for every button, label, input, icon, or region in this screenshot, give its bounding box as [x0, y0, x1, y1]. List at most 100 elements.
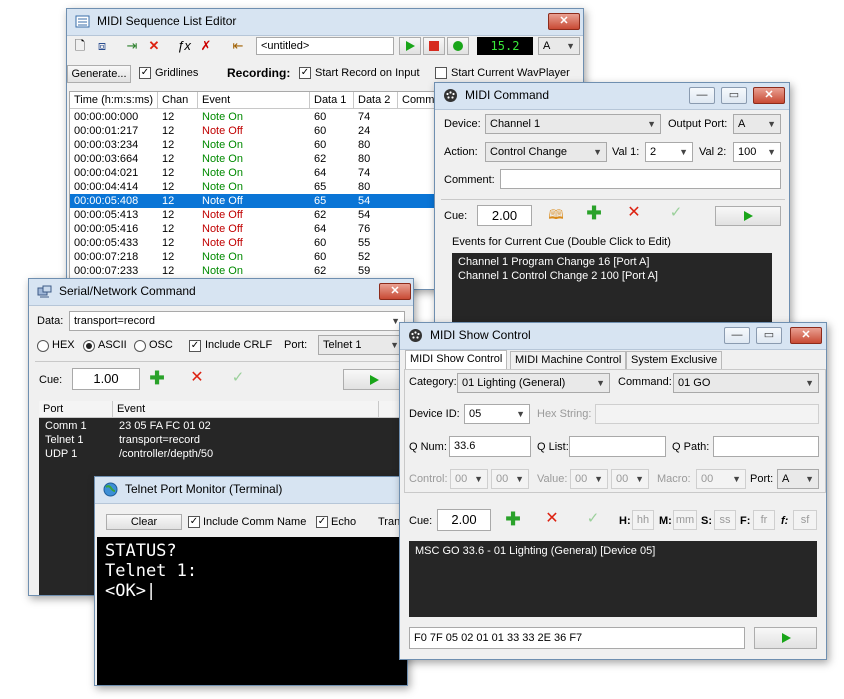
- delete-icon[interactable]: ✕: [188, 370, 206, 386]
- hours-field[interactable]: hh: [632, 510, 654, 530]
- device-id-select[interactable]: 05 ▼: [464, 404, 530, 424]
- serial-cue-field[interactable]: 1.00: [72, 368, 140, 390]
- check-icon[interactable]: ✓: [584, 511, 602, 527]
- control-label: Control:: [409, 473, 448, 485]
- serial-play-button[interactable]: [343, 369, 405, 390]
- minutes-field[interactable]: mm: [673, 510, 697, 530]
- record-button[interactable]: [447, 37, 469, 55]
- list-item[interactable]: Comm 1 23 05 FA FC 01 02: [39, 419, 409, 433]
- play-button[interactable]: [399, 37, 421, 55]
- command-select[interactable]: 01 GO ▼: [673, 373, 819, 393]
- delete-icon[interactable]: ✕: [145, 38, 163, 54]
- frames-field[interactable]: fr: [753, 510, 775, 530]
- hex-string-field[interactable]: [595, 404, 819, 424]
- tab-system-exclusive[interactable]: System Exclusive: [626, 351, 723, 369]
- sequence-close-button[interactable]: ✕: [548, 13, 580, 30]
- msc-cue-field[interactable]: 2.00: [437, 509, 491, 531]
- msc-minimize-button[interactable]: —: [724, 327, 750, 344]
- macro-label: Macro:: [657, 473, 691, 485]
- subframes-field[interactable]: sf: [793, 510, 817, 530]
- import-icon[interactable]: ⇤: [229, 38, 247, 54]
- midi-command-minimize-button[interactable]: —: [689, 87, 715, 104]
- cue-field[interactable]: 2.00: [477, 205, 532, 226]
- save-icon[interactable]: ⧈: [93, 38, 111, 54]
- midi-command-titlebar[interactable]: MIDI Command — ▭ ✕: [435, 83, 789, 110]
- include-crlf-checkbox[interactable]: ✓: [189, 340, 201, 352]
- hex-radio[interactable]: [37, 340, 49, 352]
- add-icon[interactable]: ✚: [148, 369, 166, 387]
- stop-button[interactable]: [423, 37, 445, 55]
- msc-events-list[interactable]: MSC GO 33.6 - 01 Lighting (General) [Dev…: [409, 541, 817, 617]
- list-item[interactable]: Telnet 1 transport=record: [39, 433, 409, 447]
- include-comm-checkbox[interactable]: ✓: [188, 516, 200, 528]
- msc-close-button[interactable]: ✕: [790, 327, 822, 344]
- terminal-output[interactable]: STATUS? Telnet 1: <OK>|: [97, 537, 407, 685]
- value-msb-select[interactable]: 00 ▼: [570, 469, 608, 489]
- add-icon[interactable]: ✚: [585, 204, 603, 222]
- open-book-icon[interactable]: 🕮: [547, 207, 565, 223]
- tab-midi-machine-control[interactable]: MIDI Machine Control: [510, 351, 627, 369]
- start-wav-checkbox[interactable]: [435, 67, 447, 79]
- value-msb-value: 00: [575, 473, 588, 485]
- check-icon[interactable]: ✓: [667, 205, 685, 221]
- gridlines-checkbox[interactable]: ✓: [139, 67, 151, 79]
- echo-checkbox[interactable]: ✓: [316, 516, 328, 528]
- q-path-field[interactable]: [713, 436, 819, 457]
- tab-midi-show-control[interactable]: MIDI Show Control: [405, 350, 508, 370]
- val1-select[interactable]: 2 ▼: [645, 142, 693, 162]
- insert-icon[interactable]: ⇥: [123, 38, 141, 54]
- serial-close-button[interactable]: ✕: [379, 283, 411, 300]
- clear-function-icon[interactable]: ✗: [197, 38, 215, 54]
- sequence-port-select[interactable]: A ▼: [538, 37, 580, 55]
- list-item[interactable]: UDP 1/controller/depth/50: [39, 447, 409, 461]
- q-num-field[interactable]: 33.6: [449, 436, 531, 457]
- category-select[interactable]: 01 Lighting (General) ▼: [457, 373, 610, 393]
- control-msb-select[interactable]: 00 ▼: [450, 469, 488, 489]
- midi-command-maximize-button[interactable]: ▭: [721, 87, 747, 104]
- delete-icon[interactable]: ✕: [543, 511, 561, 527]
- column-header-data1[interactable]: Data 1: [310, 92, 354, 109]
- generate-button[interactable]: Generate...: [67, 65, 131, 83]
- column-header-event[interactable]: Event: [113, 401, 379, 418]
- start-record-checkbox[interactable]: ✓: [299, 67, 311, 79]
- msc-port-select[interactable]: A ▼: [777, 469, 819, 489]
- cue-event-item[interactable]: Channel 1 Control Change 2 100 [Port A]: [458, 269, 766, 283]
- function-icon[interactable]: ƒx: [175, 38, 193, 54]
- output-port-select[interactable]: A ▼: [733, 114, 781, 134]
- add-icon[interactable]: ✚: [504, 510, 522, 528]
- sequence-name-field[interactable]: <untitled>: [256, 37, 394, 55]
- q-list-field[interactable]: [569, 436, 666, 457]
- column-header-port[interactable]: Port: [39, 401, 113, 418]
- clear-button[interactable]: Clear: [106, 514, 182, 530]
- column-header-time[interactable]: Time (h:m:s:ms): [70, 92, 158, 109]
- msc-play-button[interactable]: [754, 627, 817, 649]
- device-select[interactable]: Channel 1 ▼: [485, 114, 661, 134]
- column-header-data2[interactable]: Data 2: [354, 92, 398, 109]
- column-header-chan[interactable]: Chan: [158, 92, 198, 109]
- cmd-play-button[interactable]: [715, 206, 781, 226]
- msc-event-item[interactable]: MSC GO 33.6 - 01 Lighting (General) [Dev…: [415, 544, 811, 558]
- check-icon[interactable]: ✓: [229, 370, 247, 386]
- action-select[interactable]: Control Change ▼: [485, 142, 607, 162]
- macro-select[interactable]: 00 ▼: [696, 469, 746, 489]
- data-select[interactable]: transport=record ▼: [69, 311, 405, 331]
- comment-field[interactable]: [500, 169, 781, 189]
- msc-maximize-button[interactable]: ▭: [756, 327, 782, 344]
- seconds-field[interactable]: ss: [714, 510, 736, 530]
- sysex-string-field[interactable]: F0 7F 05 02 01 01 33 33 2E 36 F7: [409, 627, 745, 649]
- new-file-icon[interactable]: 🗋: [71, 38, 89, 54]
- value-lsb-select[interactable]: 00 ▼: [611, 469, 649, 489]
- val2-select[interactable]: 100 ▼: [733, 142, 781, 162]
- msc-titlebar[interactable]: MIDI Show Control — ▭ ✕: [400, 323, 826, 350]
- sequence-editor-titlebar[interactable]: MIDI Sequence List Editor ✕: [67, 9, 583, 36]
- midi-command-close-button[interactable]: ✕: [753, 87, 785, 104]
- serial-port-select[interactable]: Telnet 1 ▼: [318, 335, 404, 355]
- osc-radio[interactable]: [134, 340, 146, 352]
- telnet-monitor-titlebar[interactable]: Telnet Port Monitor (Terminal): [95, 477, 407, 504]
- control-lsb-select[interactable]: 00 ▼: [491, 469, 529, 489]
- serial-command-titlebar[interactable]: Serial/Network Command ✕: [29, 279, 413, 306]
- column-header-event[interactable]: Event: [198, 92, 310, 109]
- ascii-radio[interactable]: [83, 340, 95, 352]
- delete-icon[interactable]: ✕: [625, 205, 643, 221]
- cue-event-item[interactable]: Channel 1 Program Change 16 [Port A]: [458, 255, 766, 269]
